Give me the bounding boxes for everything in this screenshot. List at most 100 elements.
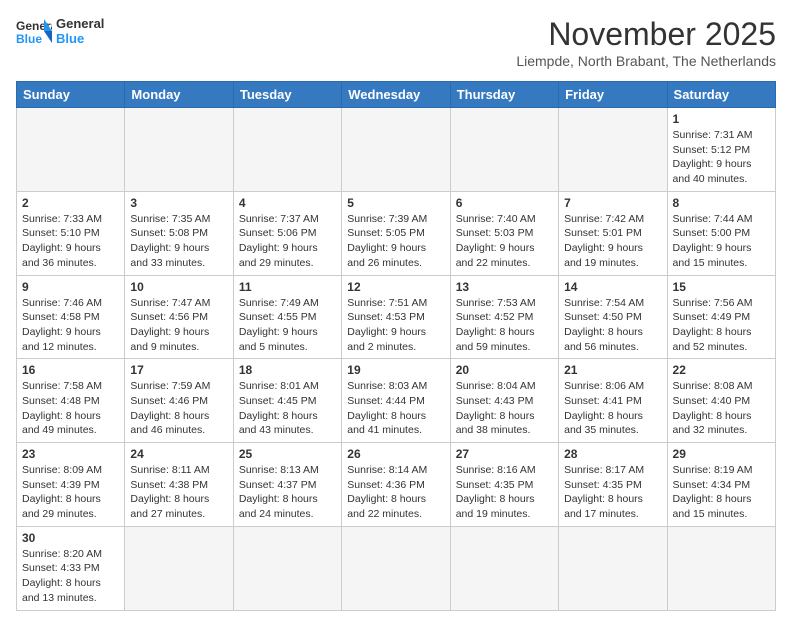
day-info: Sunrise: 8:11 AM Sunset: 4:38 PM Dayligh…: [130, 463, 227, 522]
weekday-header-saturday: Saturday: [667, 82, 775, 108]
day-number: 10: [130, 280, 227, 294]
day-number: 7: [564, 196, 661, 210]
day-info: Sunrise: 7:39 AM Sunset: 5:05 PM Dayligh…: [347, 212, 444, 271]
day-info: Sunrise: 8:08 AM Sunset: 4:40 PM Dayligh…: [673, 379, 770, 438]
calendar-cell: 2 Sunrise: 7:33 AM Sunset: 5:10 PM Daylig…: [17, 191, 125, 275]
day-info: Sunrise: 8:17 AM Sunset: 4:35 PM Dayligh…: [564, 463, 661, 522]
weekday-header-thursday: Thursday: [450, 82, 558, 108]
calendar-cell: 28 Sunrise: 8:17 AM Sunset: 4:35 PM Dayli…: [559, 443, 667, 527]
week-row-5: 30Sunrise: 8:20 AM Sunset: 4:33 PM Dayli…: [17, 526, 776, 610]
day-info: Sunrise: 7:46 AM Sunset: 4:58 PM Dayligh…: [22, 296, 119, 355]
day-number: 2: [22, 196, 119, 210]
day-number: 1: [673, 112, 770, 126]
calendar-cell: [342, 108, 450, 192]
logo-blue-text: Blue: [56, 31, 104, 46]
header: General Blue General Blue November 2025 …: [16, 16, 776, 69]
day-number: 11: [239, 280, 336, 294]
day-info: Sunrise: 7:37 AM Sunset: 5:06 PM Dayligh…: [239, 212, 336, 271]
weekday-header-wednesday: Wednesday: [342, 82, 450, 108]
day-number: 28: [564, 447, 661, 461]
calendar-cell: [450, 526, 558, 610]
calendar-cell: 27 Sunrise: 8:16 AM Sunset: 4:35 PM Dayli…: [450, 443, 558, 527]
weekday-header-tuesday: Tuesday: [233, 82, 341, 108]
calendar-cell: 23 Sunrise: 8:09 AM Sunset: 4:39 PM Dayli…: [17, 443, 125, 527]
day-number: 19: [347, 363, 444, 377]
day-info: Sunrise: 7:44 AM Sunset: 5:00 PM Dayligh…: [673, 212, 770, 271]
day-info: Sunrise: 8:09 AM Sunset: 4:39 PM Dayligh…: [22, 463, 119, 522]
day-number: 20: [456, 363, 553, 377]
day-info: Sunrise: 7:33 AM Sunset: 5:10 PM Dayligh…: [22, 212, 119, 271]
day-info: Sunrise: 7:35 AM Sunset: 5:08 PM Dayligh…: [130, 212, 227, 271]
day-info: Sunrise: 7:42 AM Sunset: 5:01 PM Dayligh…: [564, 212, 661, 271]
day-number: 25: [239, 447, 336, 461]
day-number: 23: [22, 447, 119, 461]
logo-general-text: General: [56, 16, 104, 31]
calendar-cell: 8 Sunrise: 7:44 AM Sunset: 5:00 PM Daylig…: [667, 191, 775, 275]
calendar-cell: 15Sunrise: 7:56 AM Sunset: 4:49 PM Dayli…: [667, 275, 775, 359]
day-info: Sunrise: 8:16 AM Sunset: 4:35 PM Dayligh…: [456, 463, 553, 522]
week-row-2: 9 Sunrise: 7:46 AM Sunset: 4:58 PM Daylig…: [17, 275, 776, 359]
week-row-0: 1Sunrise: 7:31 AM Sunset: 5:12 PM Daylig…: [17, 108, 776, 192]
calendar-cell: 6Sunrise: 7:40 AM Sunset: 5:03 PM Daylig…: [450, 191, 558, 275]
day-number: 14: [564, 280, 661, 294]
calendar-cell: [559, 526, 667, 610]
weekday-header-monday: Monday: [125, 82, 233, 108]
day-number: 15: [673, 280, 770, 294]
day-info: Sunrise: 7:53 AM Sunset: 4:52 PM Dayligh…: [456, 296, 553, 355]
title-area: November 2025 Liempde, North Brabant, Th…: [516, 16, 776, 69]
day-info: Sunrise: 7:40 AM Sunset: 5:03 PM Dayligh…: [456, 212, 553, 271]
day-info: Sunrise: 8:14 AM Sunset: 4:36 PM Dayligh…: [347, 463, 444, 522]
calendar-cell: 1Sunrise: 7:31 AM Sunset: 5:12 PM Daylig…: [667, 108, 775, 192]
calendar-cell: 10 Sunrise: 7:47 AM Sunset: 4:56 PM Dayli…: [125, 275, 233, 359]
day-info: Sunrise: 8:19 AM Sunset: 4:34 PM Dayligh…: [673, 463, 770, 522]
subtitle: Liempde, North Brabant, The Netherlands: [516, 53, 776, 69]
day-number: 12: [347, 280, 444, 294]
calendar-cell: 30Sunrise: 8:20 AM Sunset: 4:33 PM Dayli…: [17, 526, 125, 610]
calendar-cell: 16 Sunrise: 7:58 AM Sunset: 4:48 PM Dayli…: [17, 359, 125, 443]
calendar-cell: [233, 526, 341, 610]
weekday-header-friday: Friday: [559, 82, 667, 108]
day-info: Sunrise: 8:03 AM Sunset: 4:44 PM Dayligh…: [347, 379, 444, 438]
day-info: Sunrise: 7:49 AM Sunset: 4:55 PM Dayligh…: [239, 296, 336, 355]
day-number: 9: [22, 280, 119, 294]
day-number: 30: [22, 531, 119, 545]
day-number: 5: [347, 196, 444, 210]
day-info: Sunrise: 7:47 AM Sunset: 4:56 PM Dayligh…: [130, 296, 227, 355]
calendar-cell: 22Sunrise: 8:08 AM Sunset: 4:40 PM Dayli…: [667, 359, 775, 443]
day-info: Sunrise: 7:58 AM Sunset: 4:48 PM Dayligh…: [22, 379, 119, 438]
day-info: Sunrise: 8:13 AM Sunset: 4:37 PM Dayligh…: [239, 463, 336, 522]
calendar-cell: 24Sunrise: 8:11 AM Sunset: 4:38 PM Dayli…: [125, 443, 233, 527]
day-info: Sunrise: 8:04 AM Sunset: 4:43 PM Dayligh…: [456, 379, 553, 438]
calendar-cell: 7 Sunrise: 7:42 AM Sunset: 5:01 PM Daylig…: [559, 191, 667, 275]
weekday-header-sunday: Sunday: [17, 82, 125, 108]
calendar-cell: 17Sunrise: 7:59 AM Sunset: 4:46 PM Dayli…: [125, 359, 233, 443]
svg-text:Blue: Blue: [16, 32, 42, 45]
weekday-header-row: SundayMondayTuesdayWednesdayThursdayFrid…: [17, 82, 776, 108]
calendar-cell: [125, 526, 233, 610]
calendar: SundayMondayTuesdayWednesdayThursdayFrid…: [16, 81, 776, 611]
calendar-cell: 29Sunrise: 8:19 AM Sunset: 4:34 PM Dayli…: [667, 443, 775, 527]
calendar-cell: 12Sunrise: 7:51 AM Sunset: 4:53 PM Dayli…: [342, 275, 450, 359]
day-number: 17: [130, 363, 227, 377]
calendar-cell: 18Sunrise: 8:01 AM Sunset: 4:45 PM Dayli…: [233, 359, 341, 443]
day-number: 16: [22, 363, 119, 377]
calendar-cell: 19 Sunrise: 8:03 AM Sunset: 4:44 PM Dayli…: [342, 359, 450, 443]
calendar-cell: 20 Sunrise: 8:04 AM Sunset: 4:43 PM Dayli…: [450, 359, 558, 443]
calendar-cell: 3 Sunrise: 7:35 AM Sunset: 5:08 PM Daylig…: [125, 191, 233, 275]
calendar-cell: 13 Sunrise: 7:53 AM Sunset: 4:52 PM Dayli…: [450, 275, 558, 359]
calendar-cell: 9 Sunrise: 7:46 AM Sunset: 4:58 PM Daylig…: [17, 275, 125, 359]
day-info: Sunrise: 7:54 AM Sunset: 4:50 PM Dayligh…: [564, 296, 661, 355]
day-number: 21: [564, 363, 661, 377]
day-number: 3: [130, 196, 227, 210]
day-number: 27: [456, 447, 553, 461]
calendar-cell: [17, 108, 125, 192]
calendar-cell: 14 Sunrise: 7:54 AM Sunset: 4:50 PM Dayli…: [559, 275, 667, 359]
day-number: 13: [456, 280, 553, 294]
calendar-cell: 25 Sunrise: 8:13 AM Sunset: 4:37 PM Dayli…: [233, 443, 341, 527]
calendar-cell: 11 Sunrise: 7:49 AM Sunset: 4:55 PM Dayli…: [233, 275, 341, 359]
week-row-3: 16 Sunrise: 7:58 AM Sunset: 4:48 PM Dayli…: [17, 359, 776, 443]
day-number: 8: [673, 196, 770, 210]
day-info: Sunrise: 8:06 AM Sunset: 4:41 PM Dayligh…: [564, 379, 661, 438]
day-number: 18: [239, 363, 336, 377]
calendar-cell: 21 Sunrise: 8:06 AM Sunset: 4:41 PM Dayli…: [559, 359, 667, 443]
